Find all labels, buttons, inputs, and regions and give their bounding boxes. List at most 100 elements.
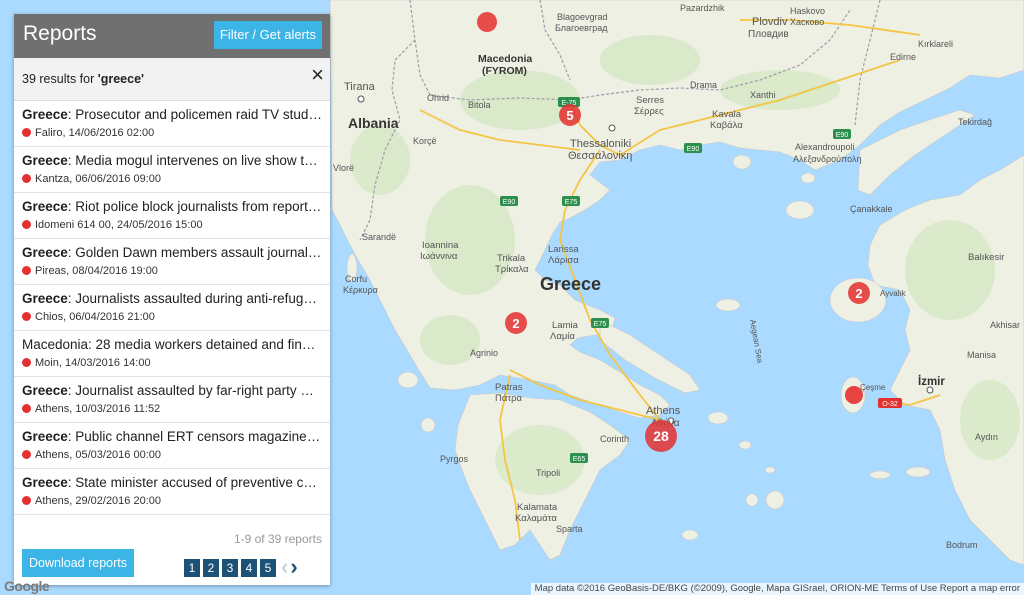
cluster-count: 2: [512, 316, 519, 331]
close-icon[interactable]: ×: [311, 64, 324, 86]
label-edirne: Edirne: [890, 52, 916, 62]
label-ohrid: Ohrid: [427, 93, 449, 103]
location-dot-icon: [22, 128, 31, 137]
cluster-marker-lesbos[interactable]: 2: [848, 282, 870, 304]
report-title-text: : Golden Dawn members assault journalist…: [67, 245, 322, 260]
pagination: 1 2 3 4 5 ‹›: [184, 554, 298, 579]
report-title-text: Macedonia: 28 media workers detained and…: [22, 337, 322, 352]
label-canakkale: Çanakkale: [850, 204, 893, 214]
page-2-button[interactable]: 2: [203, 559, 219, 577]
report-title[interactable]: Greece: Public channel ERT censors magaz…: [22, 429, 322, 444]
report-title[interactable]: Greece: Journalists assaulted during ant…: [22, 291, 322, 306]
report-title[interactable]: Greece: Journalist assaulted by far-righ…: [22, 383, 322, 398]
label-corfu: Corfu: [345, 274, 367, 284]
report-meta: Idomeni 614 00, 24/05/2016 15:00: [22, 219, 203, 231]
cluster-marker-idomeni[interactable]: 5: [559, 104, 581, 126]
results-query: 'greece': [97, 72, 144, 86]
label-thessaloniki: Thessaloniki: [570, 138, 631, 150]
cluster-marker-central-greece[interactable]: 2: [505, 312, 527, 334]
report-location-date: Kantza, 06/06/2016 09:00: [35, 173, 161, 185]
report-title-country: Greece: [22, 107, 68, 122]
label-kavala-gr: Καβάλα: [710, 120, 743, 131]
island-ikaria: [869, 470, 891, 480]
report-item[interactable]: Greece: Golden Dawn members assault jour…: [14, 239, 330, 285]
label-haskovo: Haskovo: [790, 6, 825, 16]
report-item[interactable]: Greece: Prosecutor and policemen raid TV…: [14, 101, 330, 147]
page-5-button[interactable]: 5: [260, 559, 276, 577]
report-title[interactable]: Greece: Riot police block journalists fr…: [22, 199, 322, 214]
location-dot-icon: [22, 358, 31, 367]
road-label-e90-west: E90: [503, 199, 516, 206]
map-attribution[interactable]: Map data ©2016 GeoBasis-DE/BKG (©2009), …: [530, 583, 1024, 595]
report-title-text: : Journalist assaulted by far-right part…: [67, 383, 322, 398]
report-meta: Moin, 14/03/2016 14:00: [22, 357, 151, 369]
report-meta: Kantza, 06/06/2016 09:00: [22, 173, 161, 185]
chevron-right-icon[interactable]: ›: [290, 554, 297, 580]
report-item[interactable]: Greece: Media mogul intervenes on live s…: [14, 147, 330, 193]
results-prefix: 39 results for: [22, 72, 98, 86]
report-item[interactable]: Greece: Journalists assaulted during ant…: [14, 285, 330, 331]
label-korce: Korçë: [413, 136, 437, 146]
report-title[interactable]: Greece: State minister accused of preven…: [22, 475, 322, 490]
report-title[interactable]: Greece: Golden Dawn members assault jour…: [22, 245, 322, 260]
report-title-text: : Journalists assaulted during anti-refu…: [67, 291, 322, 306]
cluster-marker-macedonia[interactable]: [477, 12, 497, 32]
report-meta: Chios, 06/04/2016 21:00: [22, 311, 155, 323]
label-larissa: Larissa: [548, 244, 579, 255]
report-title-text: : Riot police block journalists from rep…: [67, 199, 322, 214]
download-reports-button[interactable]: Download reports: [22, 549, 134, 577]
label-izmir: İzmir: [918, 375, 945, 388]
report-title[interactable]: Macedonia: 28 media workers detained and…: [22, 337, 322, 352]
panel-header: Reports Filter / Get alerts: [14, 14, 330, 58]
report-item[interactable]: Greece: Riot police block journalists fr…: [14, 193, 330, 239]
label-akhisar: Akhisar: [990, 320, 1020, 330]
cluster-marker-athens[interactable]: 28: [645, 420, 677, 452]
report-item[interactable]: Macedonia: 28 media workers detained and…: [14, 331, 330, 377]
label-pyrgos: Pyrgos: [440, 454, 469, 464]
label-tekirdag: Tekirdağ: [958, 117, 992, 127]
island-paros: [745, 493, 759, 507]
report-title[interactable]: Greece: Media mogul intervenes on live s…: [22, 153, 322, 168]
label-aydin: Aydın: [975, 432, 998, 442]
label-tripoli: Tripoli: [536, 468, 560, 478]
report-title-country: Greece: [22, 383, 68, 398]
label-kalamata: Kalamata: [517, 502, 558, 513]
report-meta: Athens, 05/03/2016 00:00: [22, 449, 161, 461]
location-dot-icon: [22, 220, 31, 229]
label-tirana: Tirana: [344, 81, 376, 93]
label-trikala-gr: Τρίκαλα: [495, 264, 529, 275]
page-3-button[interactable]: 3: [222, 559, 238, 577]
island-skyros: [715, 298, 741, 312]
label-ioannina: Ioannina: [422, 240, 459, 251]
report-item[interactable]: Greece: Public channel ERT censors magaz…: [14, 423, 330, 469]
island-thasos: [732, 154, 752, 170]
filter-alerts-button[interactable]: Filter / Get alerts: [213, 21, 322, 49]
label-cesme: Çeşme: [860, 383, 886, 392]
label-kalamata-gr: Καλαμάτα: [515, 513, 557, 524]
report-item[interactable]: Greece: Journalist assaulted by far-righ…: [14, 377, 330, 423]
report-location-date: Athens, 29/02/2016 20:00: [35, 495, 161, 507]
island-mykonos: [764, 466, 776, 474]
label-bitola: Bitola: [468, 100, 491, 110]
report-title-text: : State minister accused of preventive c…: [67, 475, 322, 490]
chevron-left-icon[interactable]: ‹: [281, 554, 288, 580]
report-title-country: Greece: [22, 153, 68, 168]
report-location-date: Pireas, 08/04/2016 19:00: [35, 265, 158, 277]
label-lamia-gr: Λαμία: [550, 331, 575, 342]
page-4-button[interactable]: 4: [241, 559, 257, 577]
report-item[interactable]: Greece: State minister accused of preven…: [14, 469, 330, 515]
cluster-marker-chios[interactable]: [845, 386, 863, 404]
label-albania: Albania: [348, 115, 399, 131]
report-title[interactable]: Greece: Prosecutor and policemen raid TV…: [22, 107, 322, 122]
location-dot-icon: [22, 450, 31, 459]
location-dot-icon: [22, 174, 31, 183]
page-1-button[interactable]: 1: [184, 559, 200, 577]
label-corfu-gr: Κέρκυρα: [343, 285, 378, 295]
report-meta: Pireas, 08/04/2016 19:00: [22, 265, 158, 277]
island-kefalonia: [397, 371, 419, 389]
island-milos: [681, 529, 699, 541]
label-trikala: Trikala: [497, 253, 526, 264]
location-dot-icon: [22, 312, 31, 321]
label-serres: Serres: [636, 95, 664, 106]
report-location-date: Moin, 14/03/2016 14:00: [35, 357, 151, 369]
